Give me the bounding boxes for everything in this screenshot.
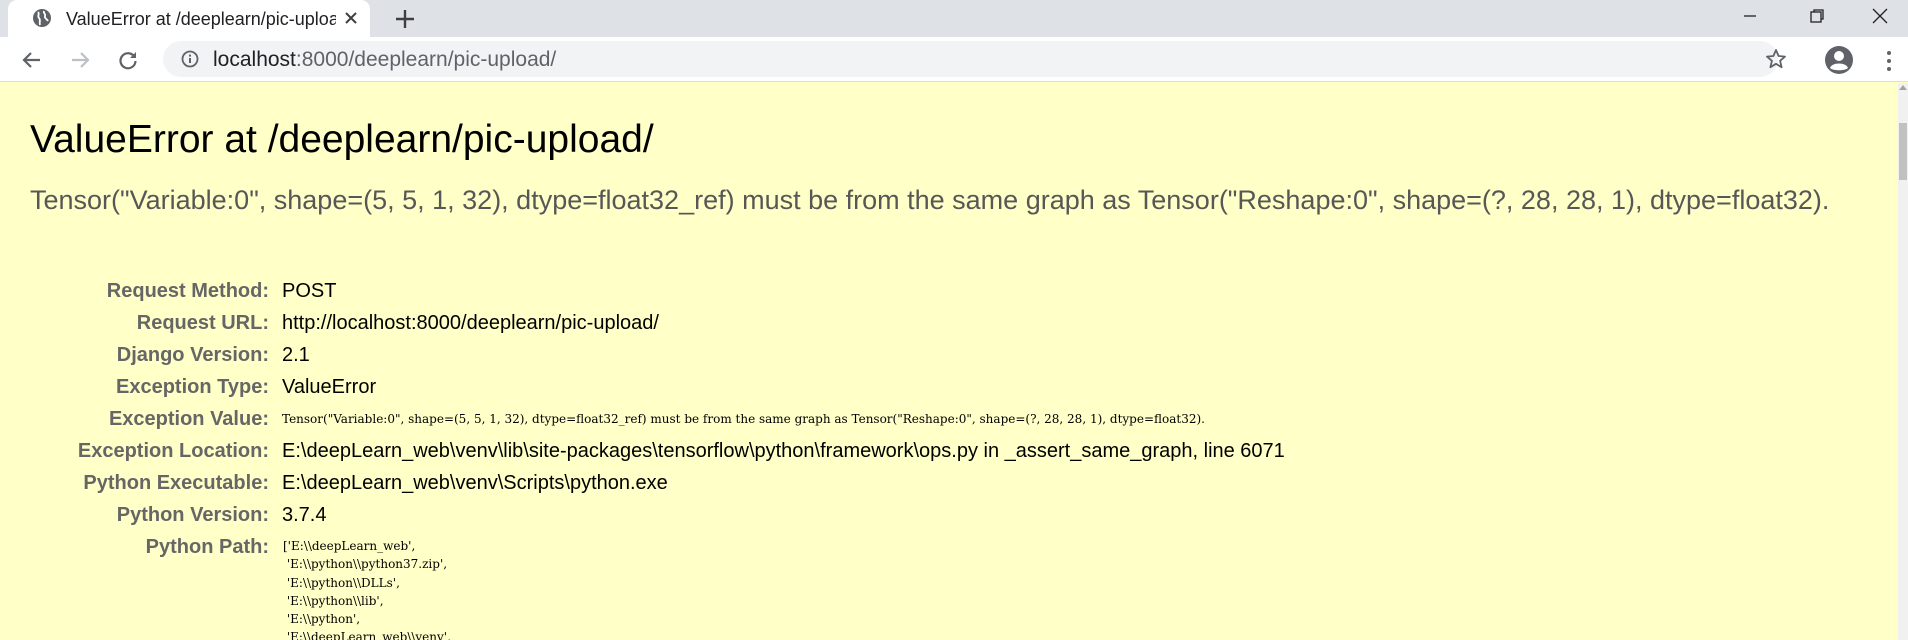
- info-icon[interactable]: [181, 50, 199, 68]
- account-icon[interactable]: [1824, 45, 1854, 75]
- meta-value: 3.7.4: [282, 504, 327, 526]
- tab-title: ValueError at /deeplearn/pic-upload/: [66, 9, 336, 29]
- python-path-list: ['E:\\deepLearn_web', 'E:\\python\\pytho…: [283, 537, 451, 640]
- url-host: localhost: [213, 48, 296, 71]
- meta-row-python-version: Python Version: 3.7.4: [0, 499, 1890, 531]
- meta-label: Python Executable:: [83, 472, 269, 494]
- meta-label: Exception Location:: [77, 440, 269, 462]
- meta-label: Exception Type:: [116, 376, 269, 398]
- minimize-icon[interactable]: [1722, 0, 1778, 32]
- restore-icon[interactable]: [1789, 0, 1845, 32]
- meta-value: http://localhost:8000/deeplearn/pic-uplo…: [282, 312, 659, 334]
- arrow-right-icon[interactable]: [66, 46, 94, 74]
- request-meta-table: Request Method: POST Request URL: http:/…: [0, 275, 1890, 640]
- window-close-icon[interactable]: [1852, 0, 1908, 32]
- meta-label: Request URL:: [136, 312, 269, 334]
- browser-tab[interactable]: ValueError at /deeplearn/pic-upload/: [8, 0, 370, 37]
- address-bar[interactable]: localhost:8000/deeplearn/pic-upload/: [163, 41, 1786, 77]
- tab-strip: ValueError at /deeplearn/pic-upload/: [0, 0, 1908, 37]
- meta-value: E:\deepLearn_web\venv\lib\site-packages\…: [282, 440, 1285, 462]
- meta-row-exception-type: Exception Type: ValueError: [0, 371, 1890, 403]
- browser-toolbar: localhost:8000/deeplearn/pic-upload/: [0, 37, 1908, 82]
- url-path: :8000/deeplearn/pic-upload/: [295, 48, 557, 71]
- meta-value: POST: [282, 280, 337, 302]
- meta-value: Tensor("Variable:0", shape=(5, 5, 1, 32)…: [282, 412, 1205, 426]
- meta-row-python-executable: Python Executable: E:\deepLearn_web\venv…: [0, 467, 1890, 499]
- meta-row-request-url: Request URL: http://localhost:8000/deepl…: [0, 307, 1890, 339]
- vertical-scrollbar[interactable]: [1898, 83, 1908, 640]
- meta-row-exception-location: Exception Location: E:\deepLearn_web\ven…: [0, 435, 1890, 467]
- python-path-entry: 'E:\\deepLearn_web\\venv',: [283, 630, 451, 640]
- meta-row-python-path: Python Path: ['E:\\deepLearn_web', 'E:\\…: [0, 531, 1890, 640]
- plus-icon[interactable]: [392, 6, 418, 32]
- meta-label: Exception Value:: [108, 408, 269, 430]
- arrow-left-icon[interactable]: [18, 46, 46, 74]
- meta-label: Django Version:: [116, 344, 269, 366]
- meta-label: Python Version:: [116, 504, 269, 526]
- meta-value: 2.1: [282, 344, 310, 366]
- meta-value: E:\deepLearn_web\venv\Scripts\python.exe: [282, 472, 668, 494]
- meta-row-django-version: Django Version: 2.1: [0, 339, 1890, 371]
- scroll-up-arrow-icon[interactable]: [1899, 85, 1907, 90]
- python-path-entry: 'E:\\python\\python37.zip',: [283, 557, 448, 572]
- meta-row-exception-value: Exception Value: Tensor("Variable:0", sh…: [0, 403, 1890, 435]
- reload-icon[interactable]: [114, 46, 142, 74]
- python-path-entry: ['E:\\deepLearn_web',: [283, 539, 416, 553]
- globe-icon: [32, 8, 52, 28]
- python-path-entry: 'E:\\python\\DLLs',: [283, 575, 400, 590]
- kebab-menu-icon[interactable]: [1884, 49, 1894, 73]
- close-icon[interactable]: [341, 8, 361, 28]
- page-title: ValueError at /deeplearn/pic-upload/: [30, 118, 654, 161]
- meta-label: Python Path:: [145, 536, 269, 558]
- scrollbar-thumb[interactable]: [1899, 123, 1907, 180]
- python-path-entry: 'E:\\python',: [283, 612, 361, 627]
- meta-value: ValueError: [282, 376, 377, 398]
- meta-label: Request Method:: [106, 280, 269, 302]
- python-path-entry: 'E:\\python\\lib',: [283, 593, 384, 608]
- exception-message: Tensor("Variable:0", shape=(5, 5, 1, 32)…: [30, 185, 1830, 215]
- meta-row-request-method: Request Method: POST: [0, 275, 1890, 307]
- star-icon[interactable]: [1764, 47, 1788, 71]
- page-content: ValueError at /deeplearn/pic-upload/ Ten…: [0, 83, 1898, 640]
- url-text[interactable]: localhost:8000/deeplearn/pic-upload/: [213, 49, 556, 71]
